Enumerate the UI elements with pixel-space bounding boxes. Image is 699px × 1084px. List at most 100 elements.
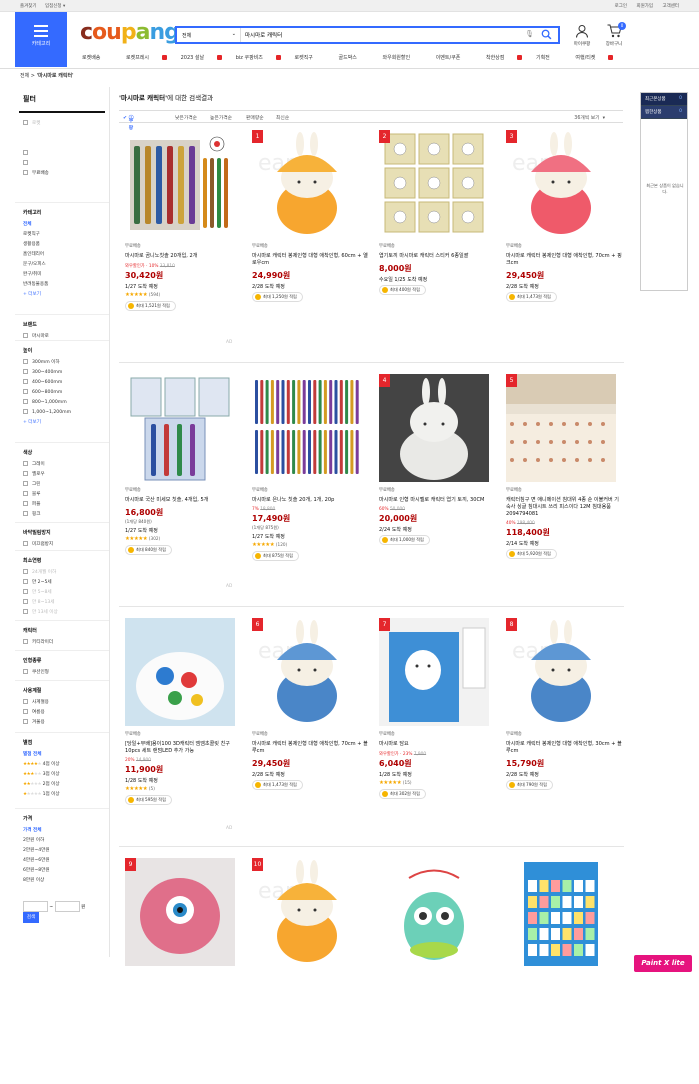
product-image[interactable]: 5 xyxy=(506,374,616,482)
product-name[interactable]: 엽기토끼 마시마로 캐릭터 스티커 6종일괄 xyxy=(379,253,495,260)
product-card[interactable]: 무료배송 [당일+무배]용이100 3D캐릭터 엠엠초콜릿 친구 10pcs 세트… xyxy=(119,614,241,844)
product-name[interactable]: 마시마로 국산 미세모 칫솔, 4개입, 5개 xyxy=(125,497,241,504)
color-option[interactable]: 블루 xyxy=(23,490,101,500)
category-item[interactable]: 홈인테리어 xyxy=(23,250,101,260)
product-image[interactable]: ean 8 xyxy=(506,618,616,726)
price-max-input[interactable] xyxy=(54,901,80,912)
product-card[interactable]: ean 6 무료배송 마시마로 캐릭터 봉제인형 대형 애착인형, 70cm + 블루… xyxy=(246,614,368,844)
rating-all-option[interactable]: 별점 전체 xyxy=(23,750,101,760)
product-image[interactable]: ean 6 xyxy=(252,618,362,726)
sort-low-price[interactable]: 낮은가격순 xyxy=(175,114,197,121)
nav-rocket-direct[interactable]: 로켓직구 xyxy=(295,54,325,61)
product-card[interactable]: 무료배송 마시마로 국산 미세모 칫솔, 4개입, 5개 16,800원 (1개당 8… xyxy=(119,370,241,600)
product-image[interactable]: 2 xyxy=(379,130,489,238)
price-all-option[interactable]: 가격 전체 xyxy=(23,826,101,836)
category-item-all[interactable]: 전체 xyxy=(23,220,101,230)
rating-4-option[interactable]: ★★★★★ 4점 이상 xyxy=(23,760,101,770)
product-image[interactable]: 4 xyxy=(379,374,489,482)
product-name[interactable]: 마시마로 캐릭터 봉제인형 대형 애착인형, 60cm + 옐로우cm xyxy=(252,253,368,267)
nav-gold-box[interactable]: 골드박스 xyxy=(339,54,369,61)
product-image[interactable]: 9 xyxy=(125,858,235,966)
sort-ranking[interactable]: ✔ 쿠팡 랭킹순 ⓘ xyxy=(123,114,134,152)
breadcrumb-home[interactable]: 전체 xyxy=(20,73,29,79)
product-name[interactable]: 캐릭터침구 면 애니메이션 침대위 4종 순 이불커버 기숙사 싱글 침대시트 … xyxy=(506,497,622,518)
category-item[interactable]: 반려동물용품 xyxy=(23,280,101,290)
product-card[interactable]: ean 8 무료배송 마시마로 캐릭터 봉제인형 대형 애착인형, 30cm + 블루… xyxy=(500,614,622,844)
product-image[interactable] xyxy=(125,374,235,482)
product-image[interactable]: 7 xyxy=(379,618,489,726)
price-option[interactable]: 6만원~8만원 xyxy=(23,866,101,876)
category-item[interactable]: 문구/오피스 xyxy=(23,260,101,270)
height-option[interactable]: 400~600mm xyxy=(23,378,101,388)
product-name[interactable]: 마시마로 캐릭터 봉제인형 대형 애착인형, 70cm + 핑크cm xyxy=(506,253,622,267)
price-option[interactable]: 2만원 이하 xyxy=(23,836,101,846)
product-name[interactable]: [당일+무배]용이100 3D캐릭터 엠엠초콜릿 친구 10pcs 세트 랜덤L… xyxy=(125,741,241,755)
product-name[interactable]: 마시마로 캐릭터 봉제인형 대형 애착인형, 30cm + 블루cm xyxy=(506,741,622,755)
product-image[interactable] xyxy=(125,618,235,726)
product-card[interactable]: 4 무료배송 마시마로 인형 마시멜로 캐릭터 엽기 토끼, 30CM 60% 50,… xyxy=(373,370,495,600)
product-name[interactable]: 마시마로 곰니노칫솔 20개입, 2개 xyxy=(125,253,241,260)
category-more-link[interactable]: + 더보기 xyxy=(23,290,101,300)
wishlist-tab[interactable]: 찜한상품 0 xyxy=(641,106,687,119)
age-option[interactable]: 만 5~8세 xyxy=(23,588,101,598)
product-image[interactable] xyxy=(379,858,489,966)
height-option[interactable]: 300~400mm xyxy=(23,368,101,378)
price-min-input[interactable] xyxy=(23,901,48,912)
season-option[interactable]: 여름용 xyxy=(23,708,101,718)
nav-rocket-delivery[interactable]: 로켓배송 xyxy=(82,54,112,61)
product-name[interactable]: 마시마로 인형 마시멜로 캐릭터 엽기 토끼, 30CM xyxy=(379,497,495,504)
my-coupang-button[interactable]: 마이쿠팡 xyxy=(567,24,597,47)
age-option[interactable]: 24개월 이하 xyxy=(23,568,101,578)
color-option[interactable]: 옐로우 xyxy=(23,470,101,480)
product-image[interactable]: ean 10 xyxy=(252,858,362,966)
product-card[interactable]: 무료배송 마시마로 곰니노칫솔 20개입, 2개 와우할인가 · 10% 33,81… xyxy=(119,126,241,356)
product-image[interactable]: ean 3 xyxy=(506,130,616,238)
height-more-link[interactable]: + 더보기 xyxy=(23,418,101,428)
price-option[interactable]: 2만원~4만원 xyxy=(23,846,101,856)
color-option[interactable]: 퍼플 xyxy=(23,500,101,510)
sort-sales[interactable]: 판매량순 xyxy=(246,114,264,121)
product-card[interactable] xyxy=(500,854,622,1084)
nav-good-store[interactable]: 착한상점 xyxy=(486,54,523,61)
bookmark-link[interactable]: 즐겨찾기 xyxy=(20,4,37,9)
product-card[interactable]: 5 무료배송 캐릭터침구 면 애니메이션 침대위 4종 순 이불커버 기숙사 싱글 … xyxy=(500,370,622,600)
season-option[interactable]: 겨울용 xyxy=(23,718,101,728)
product-image[interactable]: ean 1 xyxy=(252,130,362,238)
nav-new-year[interactable]: 2023 설날 xyxy=(181,54,223,61)
product-card[interactable]: 무료배송 마시마로 은나노 칫솔 20개, 1개, 20p 7% 18,800 17,… xyxy=(246,370,368,600)
product-name[interactable]: 마시마로 담요 xyxy=(379,741,495,748)
price-option[interactable]: 8만원 이상 xyxy=(23,876,101,886)
per-page-select[interactable]: 36개씩 보기 xyxy=(574,114,605,121)
recent-viewed-tab[interactable]: 최근본상품 0 xyxy=(641,93,687,106)
age-option[interactable]: 만 13세 이상 xyxy=(23,608,101,618)
product-card[interactable]: 9 xyxy=(119,854,241,1084)
age-option[interactable]: 만 8~13세 xyxy=(23,598,101,608)
search-icon[interactable] xyxy=(541,29,552,40)
product-name[interactable]: 마시마로 캐릭터 봉제인형 대형 애착인형, 70cm + 블루cm xyxy=(252,741,368,755)
character-option[interactable]: 키티라이더 xyxy=(23,638,101,648)
nav-rocket-fresh[interactable]: 로켓프레시 xyxy=(126,54,168,61)
cart-button[interactable]: 장바구니 0 xyxy=(599,22,629,47)
season-option[interactable]: 사계절용 xyxy=(23,698,101,708)
height-option[interactable]: 300mm 이하 xyxy=(23,358,101,368)
category-menu-button[interactable]: 카테고리 xyxy=(15,12,67,67)
product-image[interactable] xyxy=(252,374,362,482)
rating-2-option[interactable]: ★★★★★ 2점 이상 xyxy=(23,780,101,790)
nav-events[interactable]: 이벤트/쿠폰 xyxy=(436,54,473,61)
product-card[interactable]: ean 1 무료배송 마시마로 캐릭터 봉제인형 대형 애착인형, 60cm + 옐로… xyxy=(246,126,368,356)
height-option[interactable]: 1,000~1,200mm xyxy=(23,408,101,418)
nav-travel[interactable]: 여행/티켓 xyxy=(575,54,614,61)
product-card[interactable]: 2 무료배송 엽기토끼 마시마로 캐릭터 스티커 6종일괄 8,000원 수요일 1/2… xyxy=(373,126,495,356)
height-option[interactable]: 800~1,000mm xyxy=(23,398,101,408)
rating-1-option[interactable]: ★★★★★ 1점 이상 xyxy=(23,790,101,800)
antislip-option[interactable]: 미끄럼방지 xyxy=(23,540,101,550)
product-card[interactable]: 7 무료배송 마시마로 담요 와우할인가 · 23% 7,900 6,040원 1/28 … xyxy=(373,614,495,844)
category-item[interactable]: 로켓직구 xyxy=(23,230,101,240)
seller-apply-link[interactable]: 입점신청 ▾ xyxy=(45,4,65,9)
sort-newest[interactable]: 최신순 xyxy=(276,114,289,121)
product-image[interactable] xyxy=(506,858,616,966)
sort-high-price[interactable]: 높은가격순 xyxy=(210,114,232,121)
color-option[interactable]: 그레이 xyxy=(23,460,101,470)
search-scope-select[interactable]: 전체 ⌄ xyxy=(177,28,241,42)
nav-exhibitions[interactable]: 기획전 xyxy=(536,54,562,61)
